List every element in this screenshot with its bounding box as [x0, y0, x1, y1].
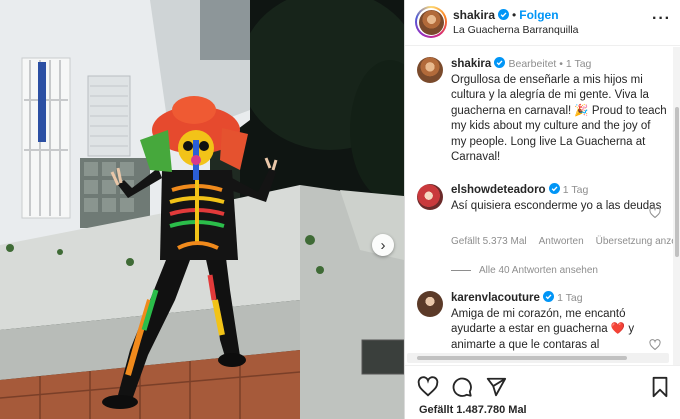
post-header: shakira • Folgen La Guacherna Barranquilla… [405, 0, 680, 46]
verified-icon [542, 291, 554, 302]
share-icon[interactable] [485, 376, 507, 398]
horizontal-scrollbar[interactable] [407, 353, 669, 363]
commenter-avatar[interactable] [417, 184, 443, 210]
caption-username[interactable]: shakira [451, 58, 491, 70]
comment-text: Amiga de mi corazón, me encantó ayudarte… [451, 307, 635, 351]
comment-username[interactable]: elshowdeteadoro [451, 184, 546, 196]
heart-icon[interactable] [649, 207, 661, 219]
comment-username[interactable]: karenvlacouture [451, 292, 540, 304]
like-count[interactable]: Gefällt 1.487.780 Mal [419, 404, 527, 416]
separator-dot: • [512, 8, 517, 22]
comment-item: elshowdeteadoro 1 Tag Así quisiera escon… [405, 181, 680, 287]
view-replies-button[interactable]: Alle 40 Antworten ansehen [451, 265, 598, 276]
comment-text: Así quisiera esconderme yo a las deudas [451, 199, 662, 212]
verified-icon [498, 9, 510, 20]
comments-list[interactable]: shakira Bearbeitet • 1 Tag Orgullosa de … [405, 47, 680, 365]
comment-time: 1 Tag [557, 292, 583, 304]
caption-body: shakira Bearbeitet • 1 Tag Orgullosa de … [451, 57, 667, 164]
bookmark-icon[interactable] [649, 376, 671, 398]
caption-time: 1 Tag [565, 58, 592, 70]
post-location[interactable]: La Guacherna Barranquilla [453, 24, 579, 36]
translate-button[interactable]: Übersetzung anzeigen [596, 236, 680, 247]
heart-icon[interactable] [649, 339, 661, 351]
heart-icon[interactable] [417, 376, 439, 398]
photo-illustration [0, 0, 404, 419]
commenter-avatar[interactable] [417, 291, 443, 317]
comment-time: 1 Tag [562, 184, 589, 196]
reply-button[interactable]: Antworten [539, 236, 584, 247]
next-image-button[interactable]: › [372, 234, 394, 256]
verified-icon [548, 183, 560, 194]
comment-body: elshowdeteadoro 1 Tag Así quisiera escon… [451, 183, 667, 214]
next-arrow-icon: › [380, 236, 386, 254]
vertical-scrollbar[interactable] [673, 47, 680, 365]
verified-icon [494, 57, 506, 68]
caption-edited: Bearbeitet [508, 58, 557, 70]
more-options-icon[interactable]: ··· [652, 10, 671, 28]
caption-avatar[interactable] [417, 57, 443, 83]
author-avatar[interactable] [415, 6, 447, 38]
follow-button[interactable]: Folgen [519, 8, 558, 22]
post-actions: Gefällt 1.487.780 Mal [405, 365, 680, 419]
comment-icon[interactable] [451, 376, 473, 398]
comment-body: karenvlacouture 1 Tag Amiga de mi corazó… [451, 291, 667, 353]
post-side-panel: shakira • Folgen La Guacherna Barranquilla… [404, 0, 680, 419]
header-user-line: shakira • Folgen [453, 8, 559, 22]
caption: shakira Bearbeitet • 1 Tag Orgullosa de … [405, 55, 669, 181]
comment-actions: Gefällt 5.373 Mal Antworten Übersetzung an… [451, 236, 680, 247]
caption-text: Orgullosa de enseñarle a mis hijos mi cu… [451, 73, 667, 164]
author-username[interactable]: shakira [453, 8, 495, 22]
comment-like-count[interactable]: Gefällt 5.373 Mal [451, 236, 527, 247]
post-photo[interactable]: › [0, 0, 404, 419]
